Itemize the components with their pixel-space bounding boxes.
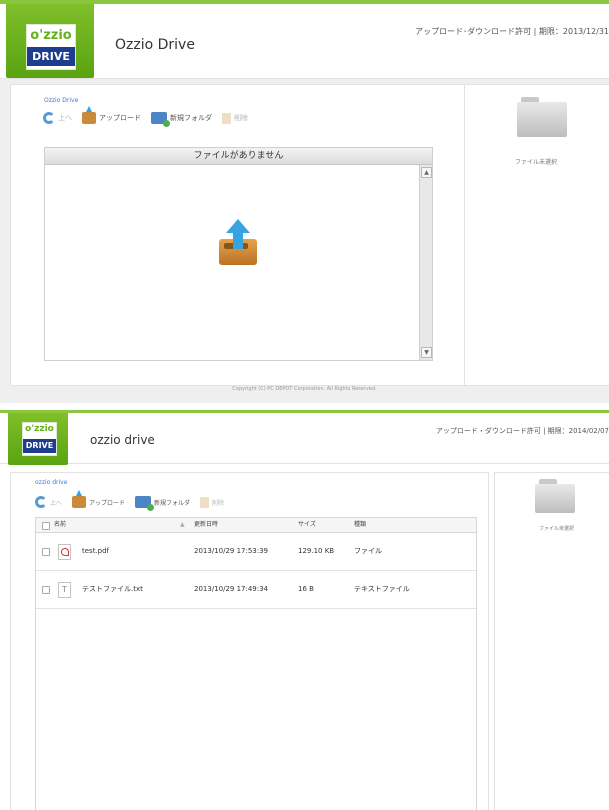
- vertical-scrollbar[interactable]: ▲ ▼: [419, 165, 432, 360]
- up-button[interactable]: 上へ: [35, 496, 62, 508]
- upload-label: アップロード: [89, 499, 126, 507]
- logo-tab: o'zzio DRIVE: [8, 413, 68, 465]
- file-list[interactable]: ファイルがありません ▲ ▼: [44, 147, 433, 361]
- column-updated[interactable]: 更新日時: [194, 518, 218, 532]
- upload-drop-icon[interactable]: [217, 219, 259, 265]
- scroll-down-button[interactable]: ▼: [421, 347, 432, 358]
- table-row[interactable]: T テストファイル.txt 2013/10/29 17:49:34 16 B テ…: [36, 571, 476, 609]
- preview-panel: ファイル未選択: [464, 84, 609, 386]
- folder-body: [535, 484, 575, 513]
- row-checkbox[interactable]: [42, 586, 50, 594]
- delete-label: 削除: [234, 114, 248, 122]
- arrow-stem: [233, 233, 243, 249]
- arrow-head: [226, 219, 250, 233]
- app-title: ozzio drive: [90, 433, 155, 447]
- file-type: テキストファイル: [354, 585, 410, 593]
- toolbar: 上へ アップロード 新規フォルダ 削除: [43, 106, 248, 127]
- new-folder-button[interactable]: 新規フォルダ: [151, 112, 212, 127]
- new-folder-label: 新規フォルダ: [154, 499, 191, 507]
- preview-panel: ファイル未選択: [494, 472, 609, 810]
- screenshot-drive-with-files: o'zzio DRIVE ozzio drive アップロード・ダウンロード許可…: [0, 410, 609, 810]
- permission-status: アップロード・ダウンロード許可 | 期限：2014/02/07: [435, 427, 609, 435]
- new-folder-label: 新規フォルダ: [170, 114, 212, 122]
- no-file-selected-label: ファイル未選択: [539, 526, 575, 532]
- file-updated: 2013/10/29 17:49:34: [194, 585, 269, 593]
- sort-arrow-icon[interactable]: ▲: [180, 518, 185, 532]
- folder-icon: [517, 97, 567, 137]
- pdf-file-icon: [58, 544, 71, 560]
- toolbar: 上へ アップロード 新規フォルダ 削除: [35, 490, 225, 511]
- delete-label: 削除: [212, 499, 225, 507]
- breadcrumb[interactable]: ozzio drive: [35, 479, 67, 486]
- logo-line2: DRIVE: [27, 47, 75, 66]
- column-name[interactable]: 名前: [54, 518, 66, 532]
- permission-status: アップロード･ダウンロード許可 | 期限：2013/12/31: [415, 27, 609, 36]
- logo-line1: o'zzio: [25, 424, 54, 434]
- file-name[interactable]: test.pdf: [82, 533, 109, 570]
- file-browser-panel: Ozzio Drive 上へ アップロード 新規フォルダ 削除 ファイルがありま…: [10, 84, 465, 386]
- trash-icon: [222, 112, 231, 124]
- empty-list-message: ファイルがありません: [45, 148, 432, 165]
- file-name[interactable]: テストファイル.txt: [82, 571, 143, 608]
- file-browser-panel: ozzio drive 上へ アップロード 新規フォルダ 削除 名前 ▲ 更新日…: [10, 472, 489, 810]
- file-type: ファイル: [354, 547, 382, 555]
- text-file-icon: T: [58, 582, 71, 598]
- ozzio-drive-logo[interactable]: o'zzio DRIVE: [22, 422, 57, 456]
- upload-icon: [82, 106, 96, 124]
- upload-button[interactable]: アップロード: [72, 490, 126, 508]
- delete-button[interactable]: 削除: [222, 112, 248, 124]
- up-label: 上へ: [58, 114, 72, 122]
- delete-button[interactable]: 削除: [200, 496, 225, 508]
- scroll-up-button[interactable]: ▲: [421, 167, 432, 178]
- row-checkbox[interactable]: [42, 548, 50, 556]
- screenshot-separator: [0, 403, 609, 410]
- trash-icon: [200, 496, 210, 508]
- up-arrow-icon: [35, 496, 47, 508]
- file-size: 129.10 KB: [298, 547, 335, 555]
- ozzio-drive-logo[interactable]: o'zzio DRIVE: [26, 24, 76, 70]
- copyright-footer: Copyright (C) PC DEPOT Corporation. All …: [232, 386, 377, 392]
- folder-icon: [535, 479, 575, 513]
- up-arrow-icon: [43, 112, 55, 124]
- table-header: 名前 ▲ 更新日時 サイズ 種類: [36, 518, 476, 533]
- column-size[interactable]: サイズ: [298, 518, 316, 532]
- logo-line2: DRIVE: [23, 439, 56, 453]
- app-title: Ozzio Drive: [115, 37, 195, 53]
- app-header: o'zzio DRIVE ozzio drive アップロード・ダウンロード許可…: [0, 410, 609, 465]
- no-file-selected-label: ファイル未選択: [515, 159, 558, 166]
- table-row[interactable]: test.pdf 2013/10/29 17:53:39 129.10 KB フ…: [36, 533, 476, 571]
- file-table: 名前 ▲ 更新日時 サイズ 種類 test.pdf 2013/10/29 17:…: [35, 517, 477, 810]
- new-folder-button[interactable]: 新規フォルダ: [135, 496, 191, 511]
- file-size: 16 B: [298, 585, 314, 593]
- up-label: 上へ: [50, 499, 63, 507]
- app-header: o'zzio DRIVE Ozzio Drive アップロード･ダウンロード許可…: [0, 0, 609, 79]
- upload-label: アップロード: [99, 114, 141, 122]
- screenshot-empty-drive: o'zzio DRIVE Ozzio Drive アップロード･ダウンロード許可…: [0, 0, 609, 403]
- column-type[interactable]: 種類: [354, 518, 366, 532]
- new-folder-icon: [135, 496, 155, 511]
- upload-icon: [72, 490, 87, 508]
- logo-tab: o'zzio DRIVE: [6, 4, 94, 78]
- file-updated: 2013/10/29 17:53:39: [194, 547, 269, 555]
- folder-body: [517, 102, 567, 137]
- up-button[interactable]: 上へ: [43, 112, 72, 124]
- logo-line1: o'zzio: [30, 28, 72, 43]
- upload-button[interactable]: アップロード: [82, 106, 141, 124]
- select-all-checkbox[interactable]: [42, 522, 50, 530]
- new-folder-icon: [151, 112, 170, 127]
- breadcrumb[interactable]: Ozzio Drive: [44, 97, 78, 104]
